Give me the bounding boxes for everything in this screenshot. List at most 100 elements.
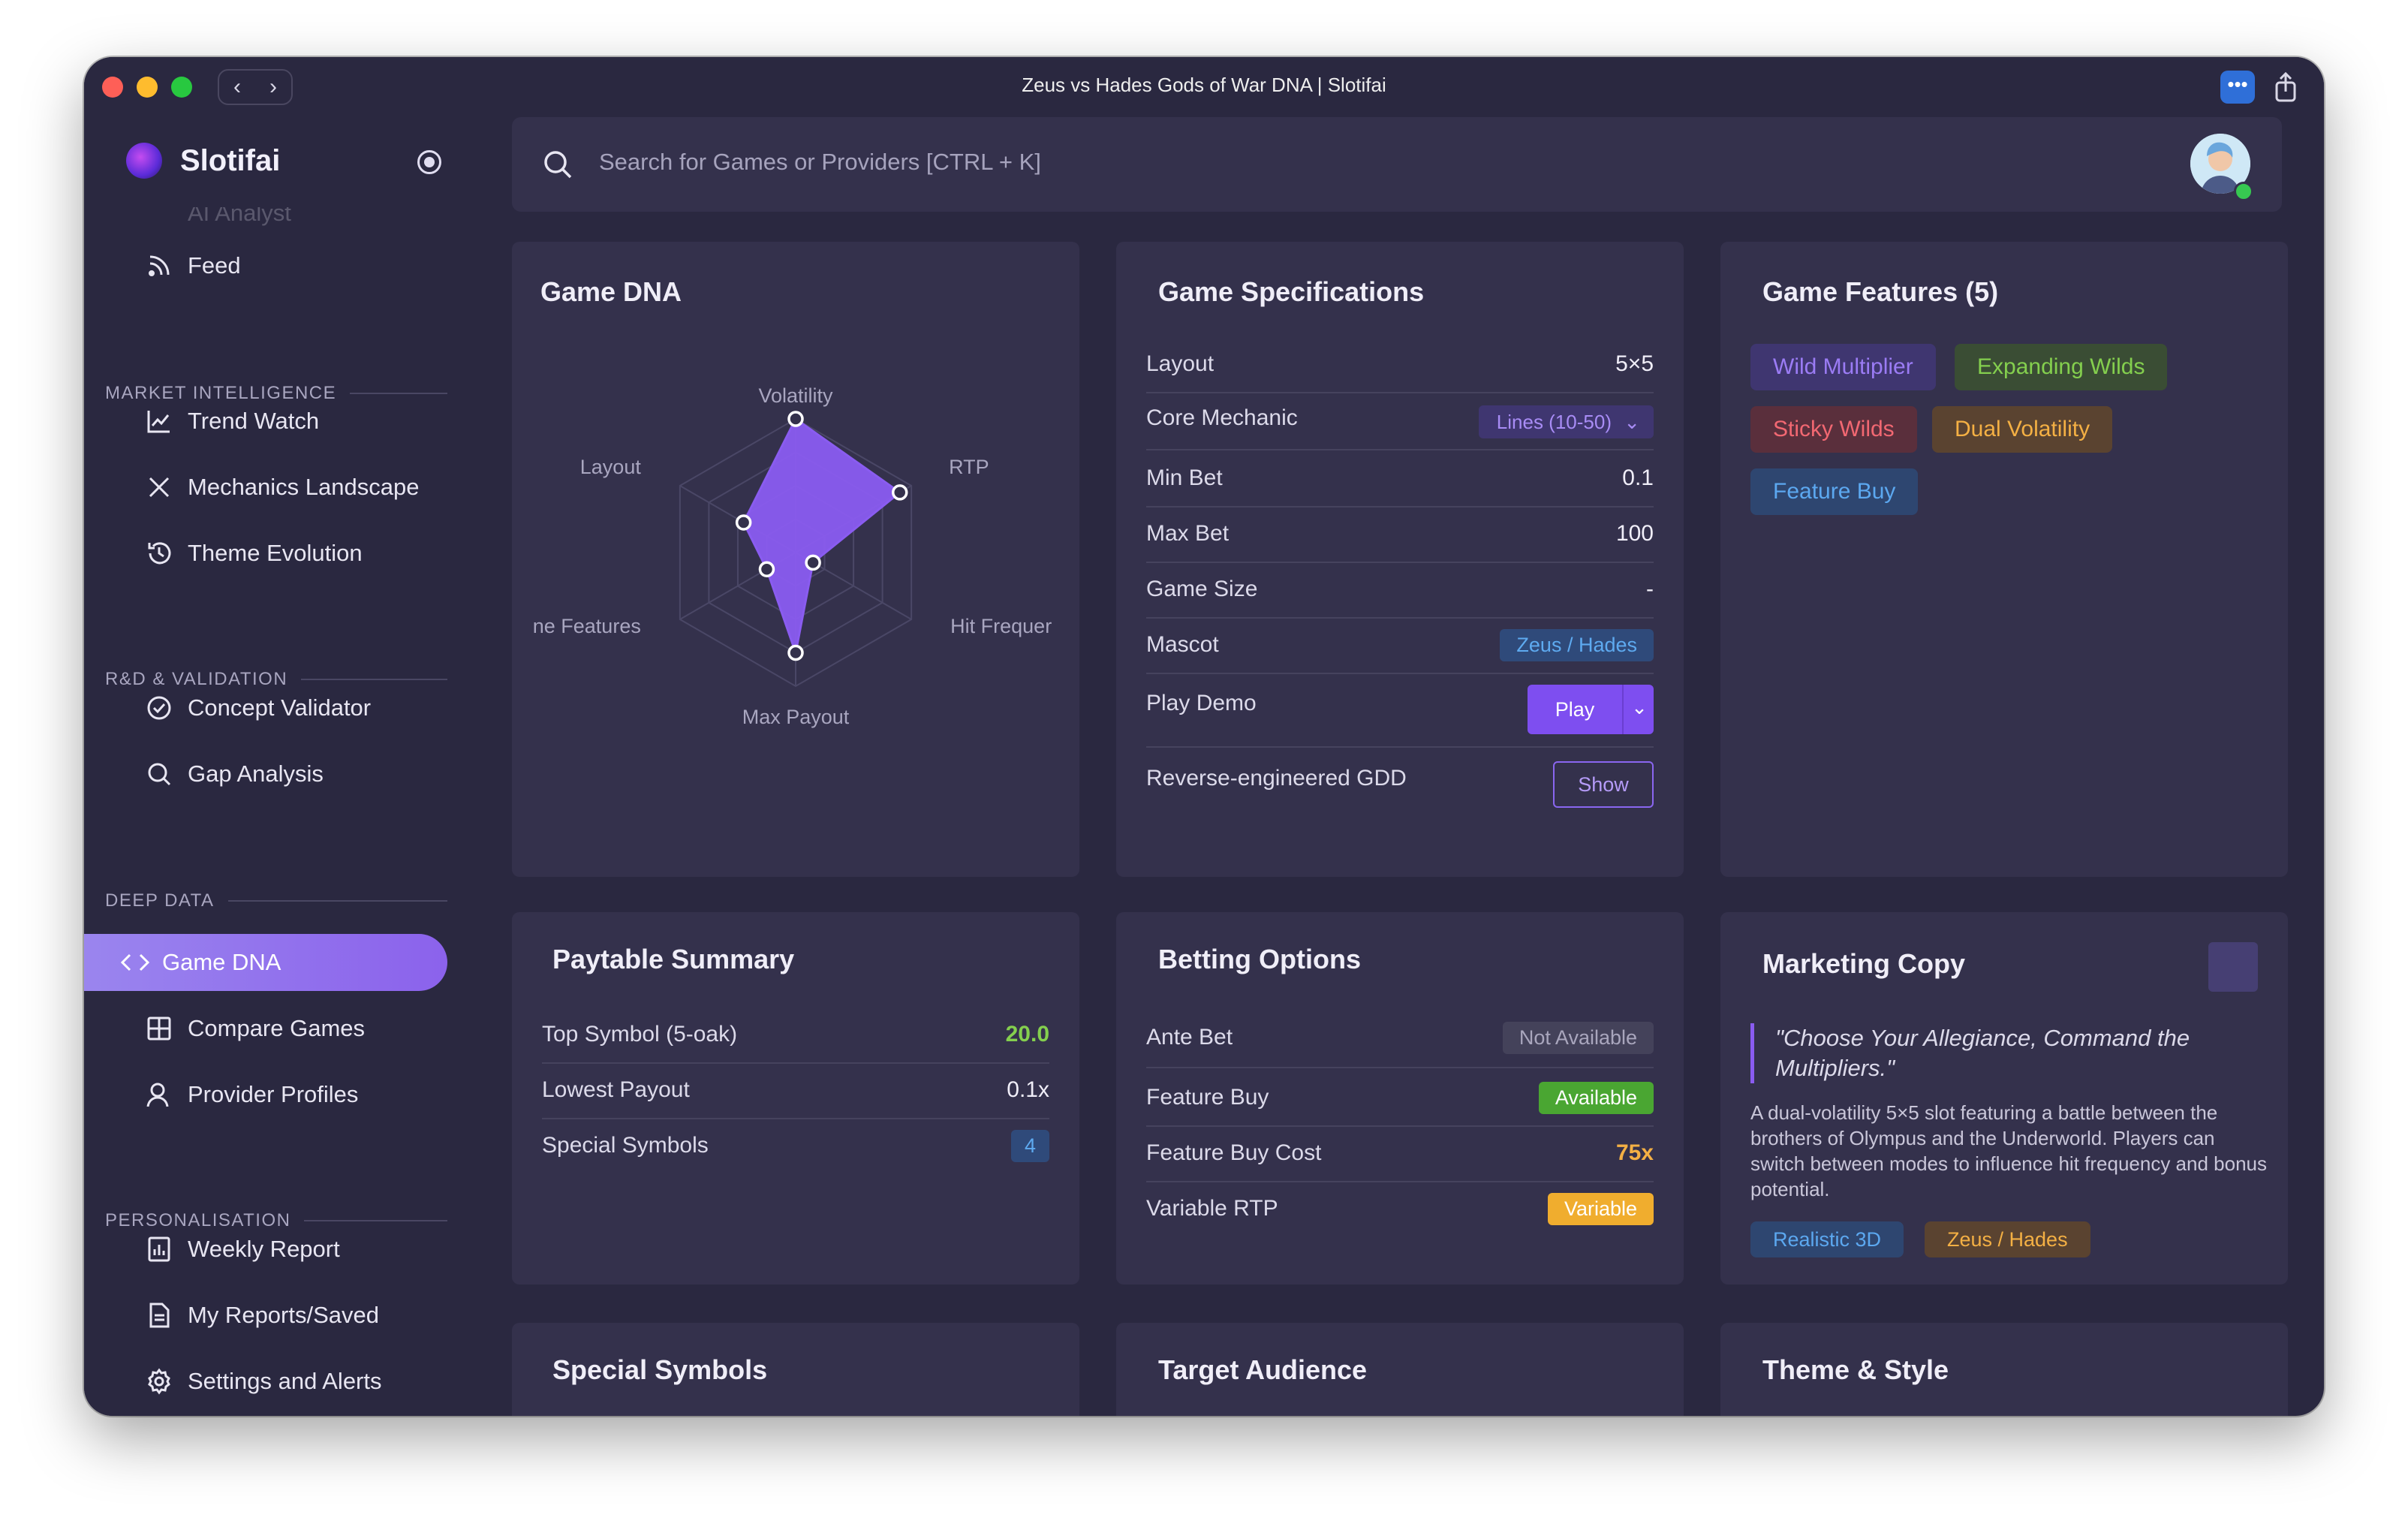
row-label: Lowest Payout xyxy=(542,1077,690,1102)
sidebar-item-concept-validator[interactable]: Concept Validator xyxy=(120,679,446,736)
sidebar-item-label: Theme Evolution xyxy=(188,540,363,566)
marketing-body: A dual-volatility 5×5 slot featuring a b… xyxy=(1750,1101,2267,1200)
row-label: Variable RTP xyxy=(1146,1196,1278,1221)
rss-icon xyxy=(144,251,174,281)
spec-row-min-bet: Min Bet 0.1 xyxy=(1146,450,1654,507)
play-demo-split-button: Play ⌄ xyxy=(1528,685,1654,734)
radar-data-area xyxy=(742,417,902,658)
betting-row-ante-bet: Ante Bet Not Available xyxy=(1146,1007,1654,1068)
betting-row-feature-buy-cost: Feature Buy Cost 75x xyxy=(1146,1125,1654,1182)
row-label: Play Demo xyxy=(1146,691,1257,715)
sidebar-item-settings[interactable]: Settings and Alerts xyxy=(120,1353,446,1410)
marketing-tag: Zeus / Hades xyxy=(1925,1221,2090,1257)
spec-row-game-size: Game Size - xyxy=(1146,562,1654,619)
row-label: Core Mechanic xyxy=(1146,405,1298,430)
row-label: Mascot xyxy=(1146,632,1219,657)
status-badge: Not Available xyxy=(1502,1022,1654,1054)
row-label: Layout xyxy=(1146,351,1215,376)
search-bar[interactable]: Search for Games or Providers [CTRL + K] xyxy=(512,117,2282,212)
search-input[interactable]: Search for Games or Providers [CTRL + K] xyxy=(599,149,1041,176)
card-title: Target Audience xyxy=(1158,1354,1368,1385)
app-window: ‹ › Zeus vs Hades Gods of War DNA | Slot… xyxy=(84,57,2324,1416)
tools-icon xyxy=(144,472,174,502)
show-gdd-button[interactable]: Show xyxy=(1553,761,1654,808)
row-label: Top Symbol (5-oak) xyxy=(542,1022,738,1047)
feature-tag: Feature Buy xyxy=(1750,468,1919,515)
marketing-copy-card: Marketing Copy "Choose Your Allegiance, … xyxy=(1720,912,2288,1285)
more-icon[interactable]: ••• xyxy=(2220,71,2255,104)
search-icon xyxy=(144,759,174,789)
game-specifications-card: Game Specifications Layout 5×5 Core Mech… xyxy=(1116,242,1684,877)
radar-data-point xyxy=(758,561,775,577)
chevron-down-icon[interactable]: ⌄ xyxy=(1622,685,1655,734)
radar-chart: Volatility RTP Hit Frequer Max Payout ne Fea… xyxy=(533,384,1052,728)
betting-row-variable-rtp: Variable RTP Variable xyxy=(1146,1181,1654,1236)
sidebar-item-label: Weekly Report xyxy=(188,1236,340,1262)
sidebar-item-feed[interactable]: Feed xyxy=(120,237,446,294)
sidebar-item-compare-games[interactable]: Compare Games xyxy=(120,1000,446,1057)
sidebar-toggle-icon[interactable] xyxy=(417,150,441,174)
card-title: Theme & Style xyxy=(1762,1354,1949,1385)
spec-row-mascot: Mascot Zeus / Hades xyxy=(1146,617,1654,674)
radar-axis-label: Hit Frequer xyxy=(950,615,1052,637)
window-title: Zeus vs Hades Gods of War DNA | Slotifai xyxy=(1022,74,1386,96)
sidebar-item-gap-analysis[interactable]: Gap Analysis xyxy=(120,745,446,803)
card-title: Paytable Summary xyxy=(552,944,795,974)
robot-icon xyxy=(144,207,174,234)
chevron-down-icon: ⌄ xyxy=(1624,411,1640,433)
card-title: Betting Options xyxy=(1158,944,1361,974)
play-button[interactable]: Play xyxy=(1528,685,1622,734)
row-label: Game Size xyxy=(1146,577,1258,601)
sidebar-item-mechanics-landscape[interactable]: Mechanics Landscape xyxy=(120,459,446,516)
radar-axis-label: ne Features xyxy=(533,615,641,637)
mascot-badge: Zeus / Hades xyxy=(1500,629,1654,661)
row-label: Feature Buy Cost xyxy=(1146,1140,1322,1165)
spec-row-play-demo: Play Demo Play ⌄ xyxy=(1146,673,1654,748)
search-icon xyxy=(542,149,573,180)
sidebar-item-provider-profiles[interactable]: Provider Profiles xyxy=(120,1066,446,1123)
sidebar-item-label: Settings and Alerts xyxy=(188,1368,382,1394)
spec-row-core-mechanic: Core Mechanic Lines (10-50) ⌄ xyxy=(1146,393,1654,450)
game-features-card: Game Features (5) Wild Multiplier Expand… xyxy=(1720,242,2288,877)
sidebar-item-label: Game DNA xyxy=(162,949,281,975)
row-value: 20.0 xyxy=(1005,1022,1049,1047)
report-chart-icon xyxy=(144,1234,174,1264)
row-label: Ante Bet xyxy=(1146,1025,1233,1050)
row-value: 75x xyxy=(1615,1140,1654,1165)
share-icon[interactable] xyxy=(2268,71,2303,105)
betting-options-card: Betting Options Ante Bet Not Available F… xyxy=(1116,912,1684,1285)
sidebar-item-label: Compare Games xyxy=(188,1015,366,1041)
row-value: - xyxy=(1646,577,1654,601)
row-value: 100 xyxy=(1615,521,1654,546)
row-label: Feature Buy xyxy=(1146,1085,1269,1110)
radar-data-point xyxy=(787,644,804,661)
paytable-row-top-symbol: Top Symbol (5-oak) 20.0 xyxy=(542,1007,1049,1064)
brand[interactable]: Slotifai xyxy=(126,143,280,179)
row-label: Max Bet xyxy=(1146,521,1230,546)
sidebar-item-my-reports[interactable]: My Reports/Saved xyxy=(120,1287,446,1344)
sidebar-item-trend-watch[interactable]: Trend Watch xyxy=(120,393,446,450)
select-value: Lines (10-50) xyxy=(1496,411,1612,433)
logo-icon xyxy=(126,143,162,179)
line-chart-icon xyxy=(144,406,174,436)
feature-tag: Sticky Wilds xyxy=(1750,406,1917,453)
spec-row-max-bet: Max Bet 100 xyxy=(1146,506,1654,563)
sidebar-item-ai-analyst[interactable]: AI Analyst xyxy=(120,207,446,234)
core-mechanic-select[interactable]: Lines (10-50) ⌄ xyxy=(1478,405,1654,438)
sidebar-item-theme-evolution[interactable]: Theme Evolution xyxy=(120,525,446,582)
theme-style-card: Theme & Style xyxy=(1720,1323,2288,1416)
card-title: Special Symbols xyxy=(552,1354,768,1385)
sidebar-item-label: AI Analyst xyxy=(188,207,291,226)
user-icon xyxy=(144,1080,174,1110)
compare-icon xyxy=(144,1013,174,1044)
radar-axis-label: Volatility xyxy=(758,384,833,407)
sidebar-item-weekly-report[interactable]: Weekly Report xyxy=(120,1221,446,1278)
title-bar: ‹ › Zeus vs Hades Gods of War DNA | Slot… xyxy=(84,57,2324,117)
sidebar-item-label: Trend Watch xyxy=(188,408,320,434)
sidebar-item-game-dna[interactable]: Game DNA xyxy=(84,934,447,991)
row-label: Min Bet xyxy=(1146,465,1223,490)
card-title: Game Features (5) xyxy=(1762,276,1999,307)
row-value: 0.1x xyxy=(1007,1077,1049,1102)
row-value: 5×5 xyxy=(1615,351,1654,376)
copy-button[interactable] xyxy=(2208,942,2258,992)
